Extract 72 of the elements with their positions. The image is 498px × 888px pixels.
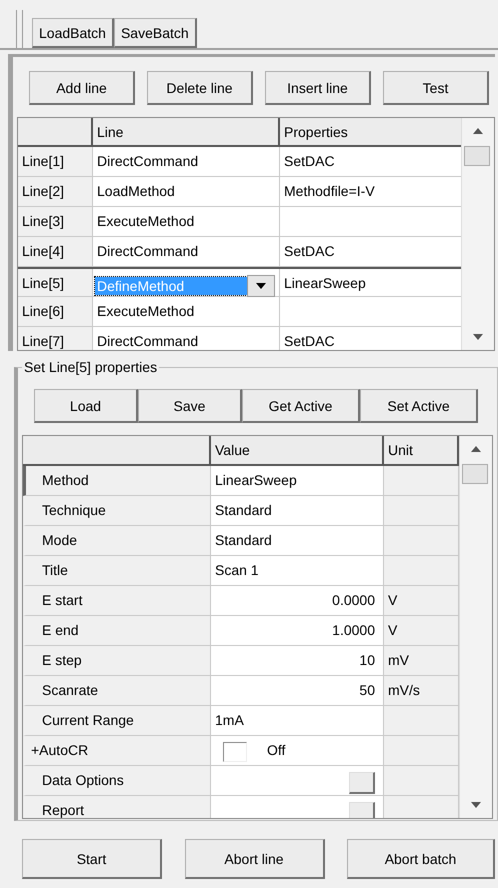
value-cell[interactable]: LinearSweep [211,466,384,496]
property-name[interactable]: Technique [23,496,211,526]
row-header[interactable]: Line[2] [18,177,93,207]
value-cell[interactable]: 10 [211,646,384,676]
scroll-thumb[interactable] [462,464,488,484]
scroll-down-icon[interactable] [471,802,481,808]
checkbox[interactable] [223,742,247,762]
property-name[interactable]: +AutoCR [23,736,211,766]
property-name[interactable]: Scanrate [23,676,211,706]
value-cell[interactable]: Standard [211,496,384,526]
unit-cell: V [384,586,459,616]
value-cell[interactable]: 1.0000 [211,616,384,646]
action-button[interactable]: Abort batch [347,839,495,879]
scroll-down-icon[interactable] [473,334,483,340]
ellipsis-button[interactable] [349,772,375,794]
property-name[interactable]: Current Range [23,706,211,736]
toolbar-button[interactable]: Test [383,71,489,105]
property-name[interactable]: E end [23,616,211,646]
scrollbar[interactable] [459,436,492,818]
scrollbar[interactable] [461,118,494,350]
scroll-up-icon[interactable] [471,446,481,452]
value-cell[interactable]: 1mA [211,706,384,736]
scroll-up-icon[interactable] [473,128,483,134]
value-cell[interactable] [211,766,384,796]
table-cell[interactable]: DirectCommand [93,237,280,267]
property-name[interactable]: Title [23,556,211,586]
toolbar-button[interactable]: SaveBatch [114,18,197,48]
value-cell[interactable]: Off [211,736,384,766]
toolbar-button[interactable]: Set Active [360,389,478,423]
value-cell[interactable]: Scan 1 [211,556,384,586]
unit-cell: mV [384,646,459,676]
row-header[interactable]: Line[4] [18,237,93,267]
toolbar-grip[interactable] [16,10,23,48]
toolbar-button[interactable]: LoadBatch [32,18,114,48]
property-name[interactable]: Mode [23,526,211,556]
dropdown-button[interactable] [247,275,275,297]
table-cell[interactable]: ExecuteMethod [93,297,280,327]
scroll-thumb[interactable] [464,146,490,166]
row-header[interactable]: Line[3] [18,207,93,237]
toolbar-button[interactable]: Get Active [242,389,360,423]
table-cell[interactable]: ExecuteMethod [93,207,280,237]
table-cell[interactable]: LoadMethod [93,177,280,207]
toolbar-button[interactable]: Save [138,389,242,423]
unit-cell: mV/s [384,676,459,706]
row-header[interactable]: Line[6] [18,297,93,327]
group-title: Set Line[5] properties [23,359,158,375]
action-button[interactable]: Abort line [184,839,324,879]
value-cell[interactable]: 50 [211,676,384,706]
row-header[interactable]: Line[1] [18,147,93,177]
row-header[interactable]: Line[5] [18,269,93,297]
property-name[interactable]: Data Options [23,766,211,796]
toolbar-button[interactable]: Delete line [147,71,253,105]
column-header[interactable]: Properties [280,118,461,147]
column-header[interactable]: Line [93,118,280,147]
unit-cell: V [384,616,459,646]
row-header[interactable]: Line[7] [18,327,93,350]
toolbar-button[interactable]: Load [34,389,138,423]
column-header[interactable]: Value [211,436,384,466]
column-header[interactable]: Unit [384,436,459,466]
property-name[interactable]: Method [23,466,211,496]
checkbox-label: Off [267,742,286,758]
property-name[interactable]: E start [23,586,211,616]
property-name[interactable]: E step [23,646,211,676]
value-cell[interactable]: 0.0000 [211,586,384,616]
action-button[interactable]: Start [22,839,162,879]
property-name[interactable]: Report [23,796,211,818]
toolbar-button[interactable]: Insert line [265,71,371,105]
ellipsis-button[interactable] [349,802,375,818]
toolbar-button[interactable]: Add line [29,71,135,105]
value-cell[interactable]: Standard [211,526,384,556]
table-cell[interactable]: DirectCommand [93,147,280,177]
caret-icon [256,283,266,289]
